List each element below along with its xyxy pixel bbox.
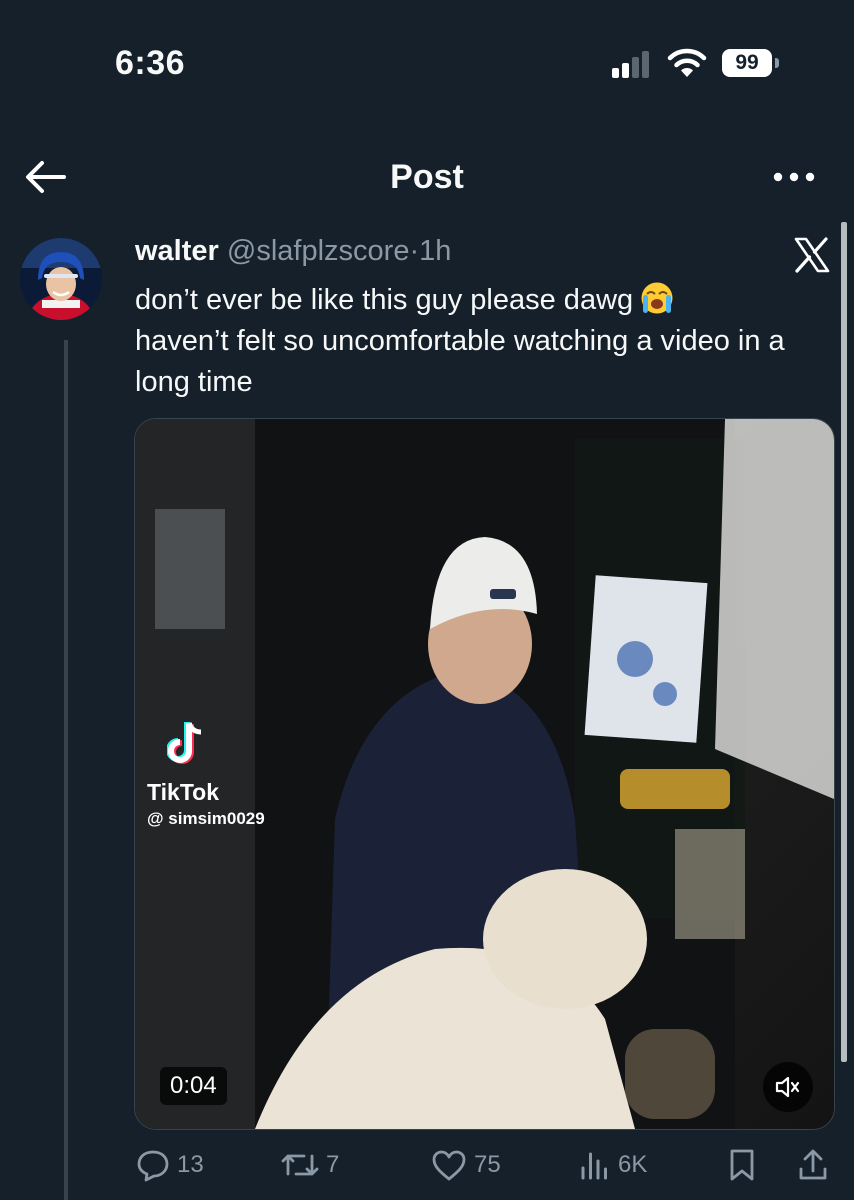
- post-age: 1h: [419, 235, 452, 267]
- wifi-icon: [667, 48, 707, 77]
- thread-line: [64, 340, 68, 1200]
- page-title: Post: [390, 158, 464, 196]
- reply-count: 13: [177, 1151, 204, 1178]
- video-duration: 0:04: [160, 1067, 227, 1105]
- x-logo-icon[interactable]: [793, 236, 831, 274]
- author-handle[interactable]: @slafplzscore: [227, 235, 410, 267]
- avatar[interactable]: [20, 238, 102, 320]
- repost-icon: [281, 1154, 319, 1176]
- post-text-line-1: don’t ever be like this guy please dawg: [135, 284, 634, 316]
- like-count: 75: [474, 1151, 501, 1178]
- author-name[interactable]: walter: [135, 235, 219, 267]
- loudly-crying-emoji-icon: [641, 282, 673, 314]
- battery-nub: [775, 58, 779, 68]
- status-bar: 6:36 99: [0, 0, 854, 120]
- post-header: Post: [0, 140, 854, 220]
- video-frame: [135, 419, 834, 1129]
- view-count: 6K: [618, 1151, 648, 1178]
- more-icon[interactable]: [770, 162, 818, 192]
- share-icon: [799, 1149, 827, 1180]
- tiktok-watermark-name: TikTok: [147, 779, 219, 805]
- reply-icon: [137, 1150, 169, 1182]
- battery-level: 99: [722, 49, 772, 77]
- views-button[interactable]: 6K: [578, 1140, 647, 1190]
- action-bar: 13 7 75 6K: [0, 1140, 854, 1190]
- tiktok-icon: [167, 722, 202, 764]
- share-button[interactable]: [796, 1140, 836, 1190]
- post-text-line-2: haven’t felt so uncomfortable watching a…: [135, 325, 785, 398]
- bookmark-icon: [730, 1149, 754, 1181]
- scroll-indicator: [841, 222, 847, 1062]
- views-icon: [581, 1152, 607, 1180]
- like-icon: [432, 1150, 466, 1181]
- post-text: don’t ever be like this guy please dawg …: [135, 280, 835, 403]
- meta-separator: ·: [409, 235, 420, 267]
- cellular-signal-icon: [612, 50, 656, 78]
- video-player[interactable]: TikTok @ simsim0029 0:04: [134, 418, 835, 1130]
- author-line: walter @slafplzscore·1h: [135, 235, 451, 268]
- bookmark-button[interactable]: [726, 1140, 764, 1190]
- repost-button[interactable]: 7: [280, 1140, 339, 1190]
- like-button[interactable]: 75: [430, 1140, 501, 1190]
- reply-button[interactable]: 13: [135, 1140, 204, 1190]
- tiktok-watermark-user: @ simsim0029: [147, 809, 265, 828]
- repost-count: 7: [326, 1151, 340, 1178]
- mute-icon[interactable]: [763, 1062, 813, 1112]
- status-time: 6:36: [115, 44, 186, 82]
